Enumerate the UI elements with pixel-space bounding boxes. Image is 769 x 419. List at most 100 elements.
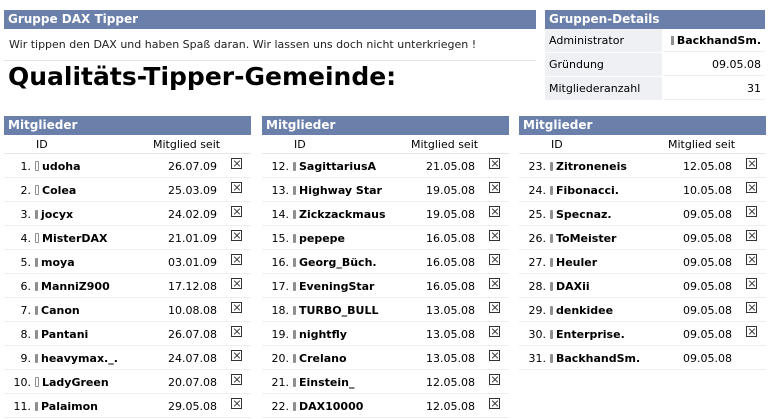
member-name[interactable]: EveningStar	[299, 280, 374, 293]
member-name-link[interactable]: Highway Star	[293, 184, 382, 197]
member-name[interactable]: Canon	[41, 304, 80, 317]
remove-member-icon[interactable]	[746, 230, 757, 241]
member-name[interactable]: BackhandSm.	[556, 352, 640, 365]
member-name[interactable]: Highway Star	[299, 184, 382, 197]
remove-member-icon[interactable]	[489, 254, 500, 265]
remove-member-icon[interactable]	[489, 398, 500, 409]
member-name-link[interactable]: BackhandSm.	[550, 352, 640, 365]
member-name-link[interactable]: Einstein_	[293, 376, 354, 389]
member-name-link[interactable]: ToMeister	[550, 232, 616, 245]
remove-member-icon[interactable]	[231, 158, 242, 169]
remove-member-icon[interactable]	[746, 326, 757, 337]
member-name-link[interactable]: TURBO_BULL	[293, 304, 378, 317]
member-row: 27. Heuler 09.05.08	[519, 250, 766, 274]
member-name[interactable]: jocyx	[41, 208, 73, 221]
remove-member-icon[interactable]	[746, 206, 757, 217]
member-name-link[interactable]: Pantani	[35, 328, 88, 341]
detail-label: Administrator	[545, 29, 662, 52]
remove-member-icon[interactable]	[231, 374, 242, 385]
member-name-link[interactable]: ManniZ900	[35, 280, 110, 293]
member-name[interactable]: moya	[41, 256, 75, 269]
member-name[interactable]: Einstein_	[299, 376, 354, 389]
admin-name[interactable]: BackhandSm.	[677, 34, 761, 47]
member-name[interactable]: heavymax._.	[41, 352, 118, 365]
admin-link[interactable]: BackhandSm.	[664, 29, 765, 52]
remove-member-icon[interactable]	[746, 254, 757, 265]
remove-member-icon[interactable]	[489, 182, 500, 193]
member-name[interactable]: Fibonacci.	[556, 184, 619, 197]
member-name-link[interactable]: Palaimon	[35, 400, 98, 413]
member-name[interactable]: ToMeister	[556, 232, 616, 245]
member-name[interactable]: Specnaz.	[556, 208, 612, 221]
remove-member-icon[interactable]	[489, 326, 500, 337]
member-name[interactable]: Georg_Büch.	[299, 256, 377, 269]
member-name-link[interactable]: Specnaz.	[550, 208, 612, 221]
member-name[interactable]: Colea	[42, 184, 76, 197]
remove-member-icon[interactable]	[231, 398, 242, 409]
member-since-date: 20.07.08	[168, 376, 217, 389]
member-name[interactable]: Crelano	[299, 352, 347, 365]
member-name-link[interactable]: Georg_Büch.	[293, 256, 377, 269]
member-name-link[interactable]: DAXii	[550, 280, 590, 293]
member-name-link[interactable]: udoha	[35, 160, 81, 173]
member-name[interactable]: MisterDAX	[42, 232, 108, 245]
member-name-link[interactable]: jocyx	[35, 208, 73, 221]
member-name[interactable]: Zickzackmaus	[299, 208, 386, 221]
member-name-link[interactable]: LadyGreen	[35, 376, 109, 389]
member-name-link[interactable]: MisterDAX	[35, 232, 108, 245]
remove-member-icon[interactable]	[231, 326, 242, 337]
member-row: 10. LadyGreen 20.07.08	[4, 370, 251, 394]
member-name[interactable]: DAXii	[556, 280, 590, 293]
member-name-link[interactable]: Enterprise.	[550, 328, 625, 341]
member-name-link[interactable]: nightfly	[293, 328, 347, 341]
member-name[interactable]: Enterprise.	[556, 328, 625, 341]
member-name[interactable]: denkidee	[556, 304, 613, 317]
remove-member-icon[interactable]	[489, 278, 500, 289]
remove-member-icon[interactable]	[231, 230, 242, 241]
member-name-link[interactable]: EveningStar	[293, 280, 374, 293]
member-name[interactable]: udoha	[42, 160, 81, 173]
remove-member-icon[interactable]	[231, 350, 242, 361]
remove-member-icon[interactable]	[746, 278, 757, 289]
member-name-link[interactable]: heavymax._.	[35, 352, 118, 365]
member-name[interactable]: Palaimon	[41, 400, 98, 413]
member-name[interactable]: Heuler	[556, 256, 597, 269]
member-name[interactable]: DAX10000	[299, 400, 363, 413]
member-name-link[interactable]: Heuler	[550, 256, 597, 269]
remove-member-icon[interactable]	[231, 254, 242, 265]
remove-member-icon[interactable]	[489, 206, 500, 217]
member-name-link[interactable]: DAX10000	[293, 400, 363, 413]
remove-member-icon[interactable]	[746, 158, 757, 169]
member-row: 9. heavymax._. 24.07.08	[4, 346, 251, 370]
member-name-link[interactable]: Zitroneneis	[550, 160, 627, 173]
remove-member-icon[interactable]	[231, 278, 242, 289]
member-name[interactable]: SagittariusA	[299, 160, 376, 173]
remove-member-icon[interactable]	[489, 302, 500, 313]
member-name-link[interactable]: Colea	[35, 184, 76, 197]
phone-icon	[550, 210, 553, 219]
remove-member-icon[interactable]	[489, 350, 500, 361]
member-name[interactable]: ManniZ900	[41, 280, 110, 293]
member-name-link[interactable]: SagittariusA	[293, 160, 376, 173]
member-name-link[interactable]: Fibonacci.	[550, 184, 619, 197]
member-name[interactable]: pepepe	[299, 232, 345, 245]
member-name[interactable]: LadyGreen	[42, 376, 109, 389]
remove-member-icon[interactable]	[489, 230, 500, 241]
member-name-link[interactable]: Crelano	[293, 352, 347, 365]
member-name-link[interactable]: moya	[35, 256, 75, 269]
remove-member-icon[interactable]	[231, 302, 242, 313]
remove-member-icon[interactable]	[746, 302, 757, 313]
remove-member-icon[interactable]	[231, 206, 242, 217]
member-name[interactable]: TURBO_BULL	[299, 304, 378, 317]
member-name-link[interactable]: denkidee	[550, 304, 613, 317]
member-name[interactable]: nightfly	[299, 328, 347, 341]
member-name-link[interactable]: Canon	[35, 304, 80, 317]
remove-member-icon[interactable]	[489, 374, 500, 385]
remove-member-icon[interactable]	[489, 158, 500, 169]
member-name-link[interactable]: Zickzackmaus	[293, 208, 386, 221]
member-name[interactable]: Zitroneneis	[556, 160, 627, 173]
remove-member-icon[interactable]	[746, 182, 757, 193]
remove-member-icon[interactable]	[231, 182, 242, 193]
member-name-link[interactable]: pepepe	[293, 232, 345, 245]
member-name[interactable]: Pantani	[41, 328, 88, 341]
